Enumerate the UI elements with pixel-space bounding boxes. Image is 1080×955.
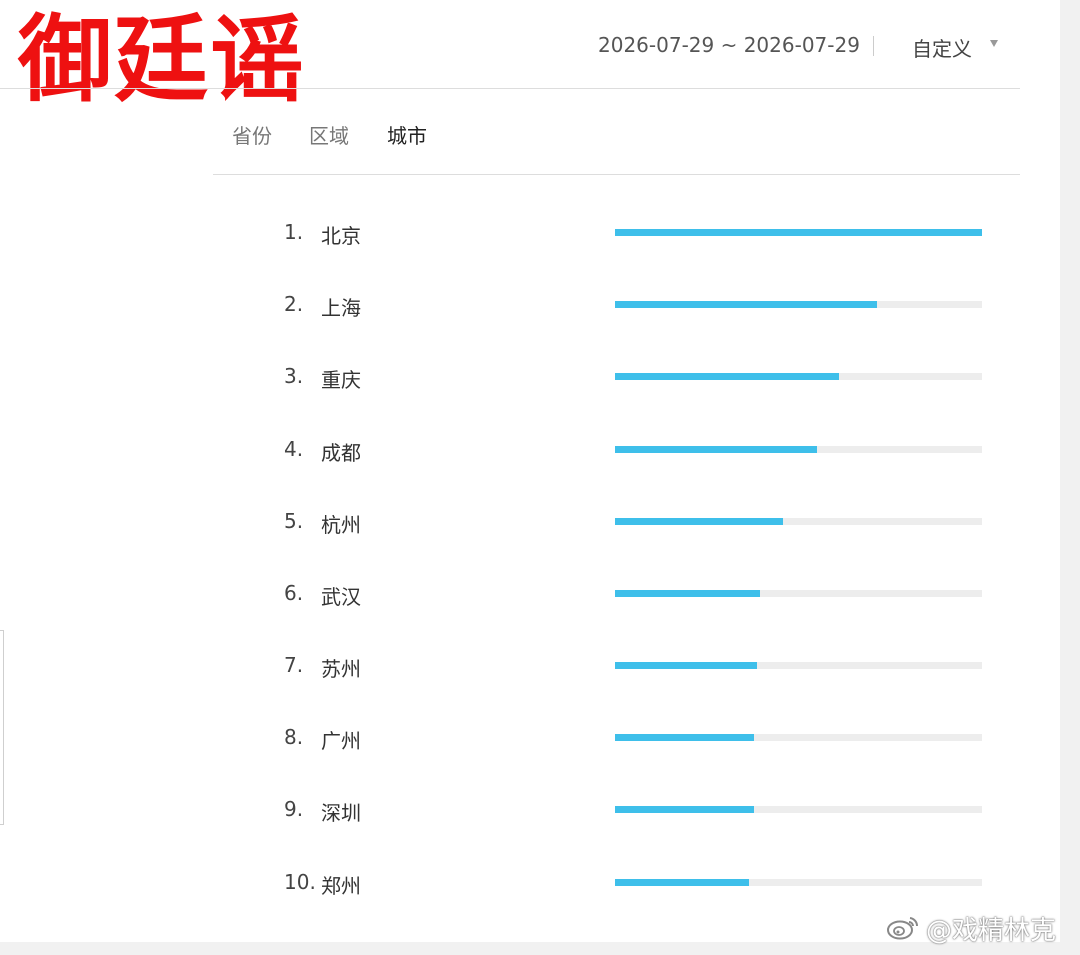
progress-track xyxy=(615,662,982,669)
city-name: 广州 xyxy=(321,729,361,753)
rank-number: 7. xyxy=(284,653,304,677)
city-name: 北京 xyxy=(321,224,361,248)
progress-track xyxy=(615,229,982,236)
city-name: 苏州 xyxy=(321,657,361,681)
rank-number: 9. xyxy=(284,797,304,821)
ranking-row: 8. 广州 xyxy=(0,717,1060,757)
ranking-row: 6. 武汉 xyxy=(0,573,1060,613)
progress-fill xyxy=(615,518,784,525)
city-name: 上海 xyxy=(321,296,361,320)
city-name: 武汉 xyxy=(321,585,361,609)
rank-number: 10. xyxy=(284,870,316,894)
progress-fill xyxy=(615,879,750,886)
ranking-row: 4. 成都 xyxy=(0,429,1060,469)
progress-fill xyxy=(615,734,755,741)
ranking-row: 10. 郑州 xyxy=(0,862,1060,902)
rank-number: 2. xyxy=(284,292,304,316)
tab-city[interactable]: 城市 xyxy=(387,120,427,149)
weibo-logo-icon xyxy=(887,917,919,940)
ranking-row: 3. 重庆 xyxy=(0,356,1060,396)
city-name: 深圳 xyxy=(321,801,361,825)
progress-track xyxy=(615,590,982,597)
city-name: 杭州 xyxy=(321,513,361,537)
rank-number: 3. xyxy=(284,364,304,388)
ranking-row: 7. 苏州 xyxy=(0,645,1060,685)
progress-fill xyxy=(615,806,755,813)
ranking-row: 9. 深圳 xyxy=(0,789,1060,829)
progress-track xyxy=(615,373,982,380)
progress-track xyxy=(615,879,982,886)
tab-province[interactable]: 省份 xyxy=(232,120,272,149)
header-divider xyxy=(873,36,874,56)
ranking-row: 1. 北京 xyxy=(0,212,1060,252)
date-range-display[interactable]: 2026-07-29 ~ 2026-07-29 xyxy=(598,33,860,57)
stamp-overlay-text: 御廷谣 xyxy=(18,6,307,115)
progress-fill xyxy=(615,662,758,669)
rank-number: 8. xyxy=(284,725,304,749)
ranking-row: 2. 上海 xyxy=(0,284,1060,324)
rank-number: 4. xyxy=(284,437,304,461)
progress-fill xyxy=(615,590,760,597)
progress-track xyxy=(615,446,982,453)
progress-track xyxy=(615,518,982,525)
city-name: 重庆 xyxy=(321,368,361,392)
progress-fill xyxy=(615,446,817,453)
header-divider-line xyxy=(0,88,1020,89)
watermark-handle: @戏精林克 xyxy=(926,916,1057,946)
rank-number: 6. xyxy=(284,581,304,605)
progress-fill xyxy=(615,229,982,236)
tab-region[interactable]: 区域 xyxy=(309,120,349,149)
progress-fill xyxy=(615,301,877,308)
rank-number: 5. xyxy=(284,509,304,533)
date-mode-dropdown[interactable]: 自定义 xyxy=(912,33,972,62)
city-name: 郑州 xyxy=(321,874,361,898)
progress-fill xyxy=(615,373,839,380)
rank-number: 1. xyxy=(284,220,304,244)
progress-track xyxy=(615,734,982,741)
progress-track xyxy=(615,806,982,813)
progress-track xyxy=(615,301,982,308)
city-name: 成都 xyxy=(321,441,361,465)
ranking-row: 5. 杭州 xyxy=(0,501,1060,541)
side-panel-edge xyxy=(0,630,4,825)
content-panel: 御廷谣 2026-07-29 ~ 2026-07-29 自定义 省份 区域 城市… xyxy=(0,0,1060,942)
tabs-divider-line xyxy=(213,174,1020,175)
dropdown-caret-icon[interactable] xyxy=(990,40,998,47)
